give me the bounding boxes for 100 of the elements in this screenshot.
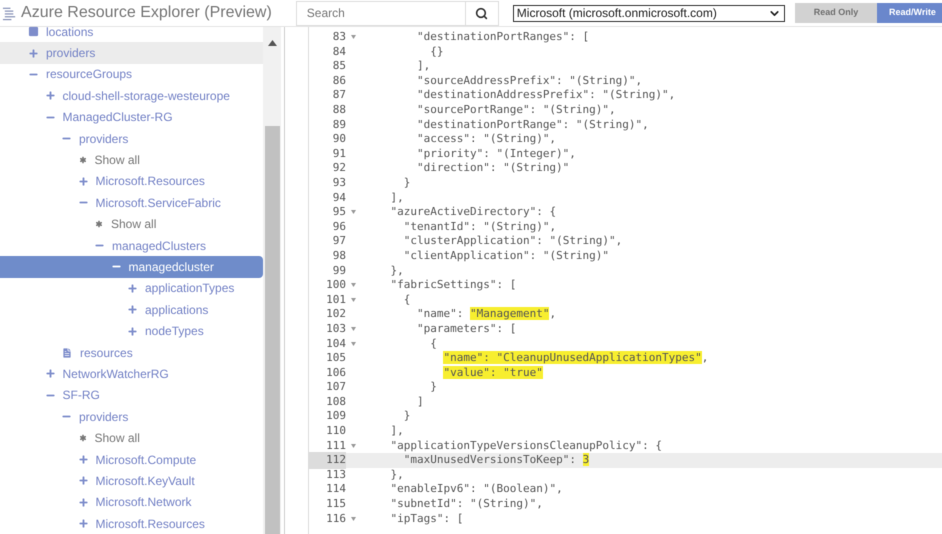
- tree-item[interactable]: Microsoft.Resources: [0, 170, 263, 192]
- fold-icon[interactable]: [350, 516, 356, 521]
- fold-icon[interactable]: [350, 283, 356, 288]
- tree-item[interactable]: applications: [0, 299, 263, 320]
- tree-item[interactable]: providers: [0, 406, 263, 428]
- expand-icon[interactable]: [127, 282, 138, 294]
- tree-item[interactable]: resources: [0, 342, 263, 364]
- code-text: "maxUnusedVersionsToKeep": 3: [402, 452, 590, 468]
- line-number: 96: [332, 218, 346, 235]
- tree-item[interactable]: resourceGroups: [0, 64, 263, 86]
- fold-icon[interactable]: [350, 210, 356, 214]
- mode-toggle-button[interactable]: Read Only: [795, 3, 877, 23]
- tree-item[interactable]: Microsoft.Resources: [0, 512, 263, 534]
- search-button[interactable]: [466, 0, 499, 26]
- code-text: "access": "(String)",: [416, 131, 556, 148]
- code-text: ],: [390, 423, 404, 440]
- line-number: 116: [325, 510, 346, 527]
- code-text: "destinationPortRanges": [: [416, 29, 590, 46]
- code-text: "destinationPortRange": "(String)",: [416, 116, 649, 133]
- fold-icon[interactable]: [350, 444, 356, 448]
- tree-item[interactable]: providers: [0, 128, 263, 150]
- code-text: "applicationTypeVersionsCleanupPolicy": {: [390, 438, 662, 454]
- expand-icon[interactable]: [78, 518, 88, 530]
- tree-item[interactable]: Microsoft.Network: [0, 492, 263, 513]
- tree-item[interactable]: providers: [0, 42, 263, 64]
- line-number: 92: [332, 160, 346, 176]
- code-text: "subnetId": "(String)",: [390, 496, 543, 512]
- code-text: {: [429, 336, 437, 352]
- line-number: 89: [332, 116, 346, 133]
- line-number: 109: [325, 408, 346, 424]
- tree-item[interactable]: NetworkWatcherRG: [0, 363, 263, 385]
- code-text: "direction": "(String)": [416, 160, 570, 176]
- line-number: 105: [325, 350, 346, 366]
- line-number: 115: [325, 496, 346, 512]
- directory-dropdown[interactable]: Microsoft (microsoft.onmicrosoft.com): [512, 4, 785, 22]
- expand-icon[interactable]: [28, 48, 39, 59]
- line-number: 97: [332, 233, 346, 250]
- code-text: "value": "true": [442, 364, 543, 381]
- line-number: 110: [325, 423, 346, 440]
- code-text: "priority": "(Integer)",: [416, 146, 576, 162]
- line-number: 94: [332, 190, 346, 206]
- line-number: 88: [332, 102, 346, 118]
- expand-icon[interactable]: [127, 304, 138, 316]
- line-number: 112: [309, 452, 346, 469]
- code-text: },: [390, 262, 404, 279]
- tree-item[interactable]: nodeTypes: [0, 320, 263, 342]
- expand-icon[interactable]: [78, 176, 88, 187]
- line-number: 114: [325, 481, 346, 498]
- line-number: 90: [332, 131, 346, 148]
- line-number: 106: [325, 364, 346, 381]
- tree-item[interactable]: Show all: [0, 149, 263, 171]
- code-text: "clientApplication": "(String)": [402, 248, 610, 264]
- tree-item[interactable]: Microsoft.KeyVault: [0, 470, 263, 492]
- expand-icon[interactable]: [44, 90, 56, 102]
- document-icon: [61, 346, 73, 359]
- tree-item[interactable]: applicationTypes: [0, 278, 263, 300]
- code-text: "parameters": [: [416, 320, 516, 337]
- fold-icon[interactable]: [350, 327, 356, 332]
- line-number: 98: [332, 248, 346, 264]
- line-number: 99: [332, 262, 346, 279]
- code-text: "name": "Management",: [416, 306, 556, 322]
- code-text: "destinationAddressPrefix": "(String)",: [416, 87, 676, 104]
- expand-icon[interactable]: [127, 326, 138, 337]
- search-field[interactable]: Search: [296, 0, 466, 26]
- code-text: "sourceAddressPrefix": "(String)",: [416, 72, 642, 89]
- line-number: 87: [332, 87, 346, 104]
- expand-icon[interactable]: [44, 368, 56, 380]
- code-text: "fabricSettings": [: [390, 277, 516, 294]
- line-number: 111: [325, 438, 346, 454]
- expand-icon[interactable]: [78, 475, 88, 486]
- fold-icon[interactable]: [350, 35, 356, 40]
- asterisk-icon: [78, 433, 88, 444]
- expand-icon[interactable]: [78, 454, 88, 465]
- expand-icon[interactable]: [78, 496, 88, 508]
- code-text: "name": "CleanupUnusedApplicationTypes",: [442, 350, 708, 366]
- tree-item[interactable]: Microsoft.ServiceFabric: [0, 192, 263, 214]
- tree-item[interactable]: managedClusters: [0, 234, 263, 256]
- line-number: 86: [332, 72, 346, 89]
- code-text: },: [390, 466, 404, 483]
- line-number: 85: [332, 58, 346, 74]
- tree-item[interactable]: SF-RG: [0, 384, 263, 406]
- asterisk-icon: [78, 155, 88, 166]
- tree-item[interactable]: locations: [0, 21, 263, 42]
- tree-item[interactable]: Microsoft.Compute: [0, 448, 263, 470]
- mode-toggle-button[interactable]: Read/Write: [877, 3, 942, 23]
- scrollbar[interactable]: [263, 27, 281, 534]
- tree-item[interactable]: managedcluster: [0, 256, 263, 278]
- fold-icon[interactable]: [350, 342, 356, 346]
- code-text: ],: [416, 58, 430, 74]
- tree-item[interactable]: ManagedCluster-RG: [0, 106, 263, 128]
- tree-item[interactable]: Show all: [0, 427, 263, 449]
- app-title: Azure Resource Explorer (Preview): [21, 3, 272, 23]
- tree-item[interactable]: Show all: [0, 214, 263, 235]
- up-arrow-icon[interactable]: [268, 40, 276, 46]
- fold-icon[interactable]: [350, 298, 356, 302]
- scrollbar-thumb[interactable]: [264, 126, 280, 534]
- tree-item[interactable]: cloud-shell-storage-westeurope: [0, 85, 263, 107]
- line-number: 100: [325, 277, 346, 294]
- code-text: }: [402, 408, 410, 424]
- code-text: {}: [429, 44, 444, 60]
